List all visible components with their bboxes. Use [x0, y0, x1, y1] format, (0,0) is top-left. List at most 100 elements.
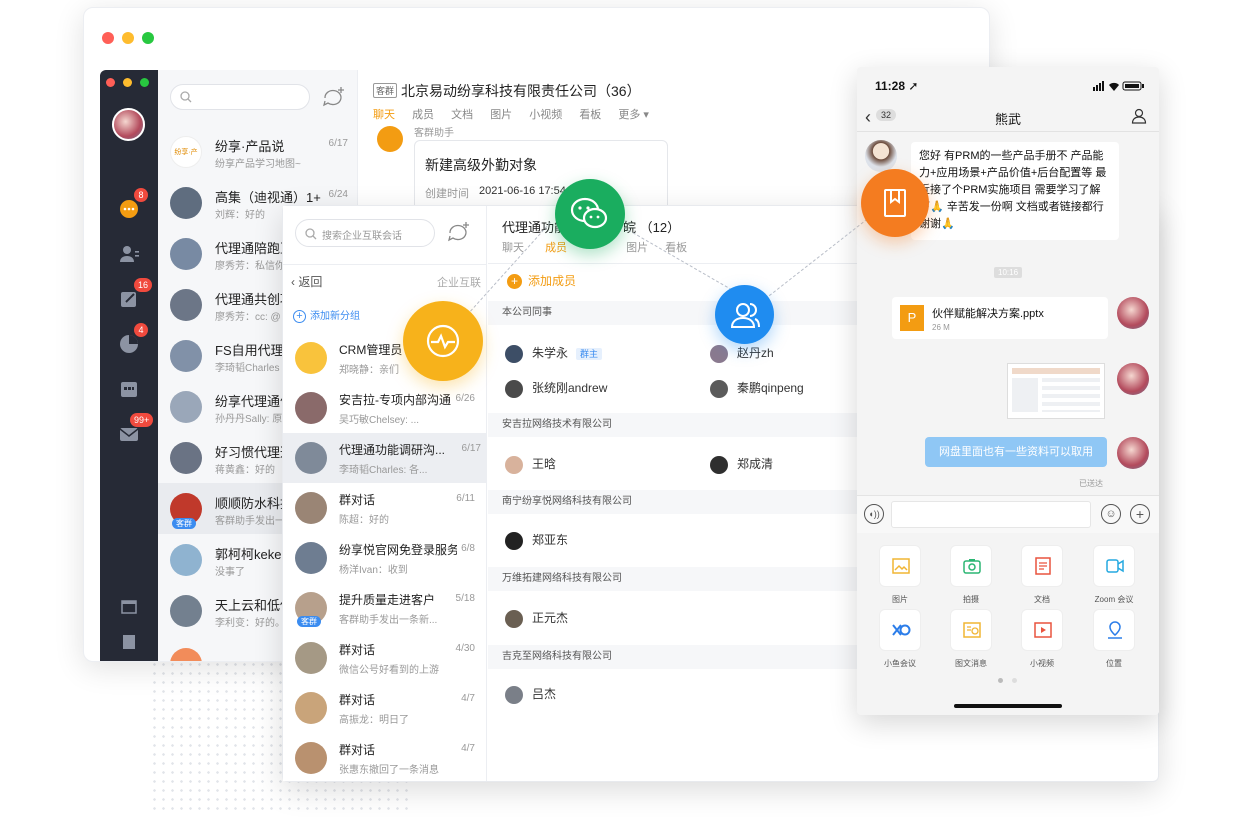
list-item[interactable]: 纷享悦官网免登录服务群 杨洋Ivan：收到 6/8 [283, 533, 481, 583]
member-row[interactable]: 郑成清 [710, 453, 773, 475]
photo-tool-button[interactable] [879, 545, 921, 587]
section-header: 安吉拉网络技术有限公司 [488, 413, 860, 437]
close-traffic-light[interactable] [102, 32, 114, 44]
avatar [295, 692, 327, 724]
tab-board[interactable]: 看板 [579, 109, 601, 121]
window-icon[interactable] [118, 598, 140, 620]
list-item[interactable]: 客群 提升质量走进客户 客群助手发出一条新... 5/18 [283, 583, 481, 633]
tab-chat[interactable]: 聊天 [502, 242, 524, 254]
incoming-message[interactable]: 您好 有PRM的一些产品手册不 产品能力+应用场景+产品价值+后台配置等 最近接… [911, 142, 1119, 240]
owner-tag: 群主 [576, 348, 603, 360]
file-size: 26 M [932, 323, 950, 332]
list-item[interactable]: 群对话 微信公号好看到的上游 4/30 [283, 633, 481, 683]
conversation-name: 群对话 [339, 743, 376, 757]
avatar [505, 379, 523, 398]
calendar-icon[interactable] [118, 378, 140, 400]
drawer-icon[interactable] [118, 632, 140, 654]
camera-icon [963, 559, 981, 574]
emoji-icon[interactable]: ☺ [1101, 504, 1121, 524]
member-row[interactable]: 吕杰 [505, 683, 556, 705]
add-group-button[interactable]: + 添加新分组 [293, 307, 360, 323]
search-input[interactable]: 搜索企业互联会话 [295, 219, 435, 247]
contact-avatar [865, 140, 897, 172]
user-avatar[interactable] [112, 108, 145, 141]
zoom-tool-button[interactable] [1093, 545, 1135, 587]
xiaoyu-meeting-button[interactable] [879, 609, 921, 651]
min-dot[interactable] [123, 78, 132, 87]
avatar [170, 442, 202, 474]
new-chat-icon[interactable] [322, 86, 346, 108]
member-row[interactable]: 朱学永 群主 [505, 342, 603, 364]
report-icon[interactable] [118, 333, 140, 355]
rich-message-button[interactable] [950, 609, 992, 651]
zoom-traffic-light[interactable] [142, 32, 154, 44]
member-name: 郑亚东 [532, 533, 569, 547]
tab-members[interactable]: 成员 [545, 242, 567, 254]
chat-header: 客群 北京易动纷享科技有限责任公司（36） 聊天 成员 文档 图片 小视频 看板… [359, 70, 879, 130]
tab-images[interactable]: 图片 [626, 242, 648, 254]
member-name: 吕杰 [532, 687, 557, 701]
message-input[interactable] [891, 501, 1091, 528]
profile-icon[interactable] [1131, 108, 1147, 124]
member-row[interactable]: 赵丹zh [710, 342, 774, 364]
avatar [505, 685, 523, 704]
minimize-traffic-light[interactable] [122, 32, 134, 44]
member-name: 郑成清 [737, 457, 774, 471]
list-item-selected[interactable]: 代理通功能调研沟... 李琦韬Charles: 各... 6/17 [283, 433, 487, 483]
tab-images[interactable]: 图片 [490, 109, 512, 121]
xiaoyu-icon [892, 624, 911, 636]
mobile-chat-screen: 11:28 ➚ ‹ 32 熊武 您好 有PRM的一些产品手册不 产品能力+应用场… [857, 67, 1159, 715]
avatar [295, 392, 327, 424]
tab-docs[interactable]: 文档 [451, 109, 473, 121]
list-item[interactable]: 群对话 高振龙：明日了 4/7 [283, 683, 481, 733]
conversation-preview: 陈超：好的 [339, 515, 389, 526]
tab-members[interactable]: 成员 [412, 109, 434, 121]
tool-label: 拍摄 [963, 595, 979, 604]
conversation-date: 6/17 [328, 138, 348, 149]
contacts-icon[interactable] [118, 243, 140, 265]
max-dot[interactable] [140, 78, 149, 87]
list-item[interactable]: 群对话 陈超：好的 6/11 [283, 483, 481, 533]
document-tool-button[interactable] [1021, 545, 1063, 587]
tab-chat[interactable]: 聊天 [373, 109, 395, 121]
close-dot[interactable] [106, 78, 115, 87]
search-input[interactable] [170, 84, 310, 110]
add-member-button[interactable]: + 添加成员 [507, 272, 576, 289]
list-item[interactable]: 纷享·产品说 纷享·产品说 纷享产品学习地图~ 6/17 [158, 126, 358, 177]
outgoing-text: 网盘里面也有一些资料可以取用 [939, 446, 1093, 458]
image-message[interactable] [1007, 363, 1105, 419]
short-video-button[interactable] [1021, 609, 1063, 651]
self-avatar [1117, 437, 1149, 469]
member-name: 赵丹zh [737, 346, 774, 360]
camera-tool-button[interactable] [950, 545, 992, 587]
page-dot [1012, 678, 1017, 683]
member-name: 朱学永 [532, 346, 569, 360]
location-button[interactable] [1093, 609, 1135, 651]
member-row[interactable]: 王晗 [505, 453, 556, 475]
file-message[interactable]: P 伙伴赋能解决方案.pptx 26 M [892, 297, 1108, 339]
member-row[interactable]: 郑亚东 [505, 529, 568, 551]
tab-videos[interactable]: 小视频 [529, 109, 562, 121]
input-bar: ◖)) ☺ + [857, 495, 1159, 533]
member-row[interactable]: 张统刚andrew [505, 377, 607, 399]
tab-more[interactable]: 更多 ▾ [618, 109, 649, 121]
header-right-label: 企业互联 [437, 277, 481, 289]
voice-icon[interactable]: ◖)) [864, 504, 884, 524]
member-row[interactable]: 正元杰 [505, 607, 568, 629]
chat-icon[interactable] [118, 198, 140, 220]
rich-message-icon [963, 622, 981, 638]
edit-badge: 16 [134, 278, 153, 292]
list-item[interactable]: 群对话 张惠东撤回了一条消息 4/7 [283, 733, 481, 783]
back-button[interactable]: ‹ 返回 [291, 273, 322, 290]
outgoing-message[interactable]: 网盘里面也有一些资料可以取用 [925, 437, 1107, 467]
chat-tabs: 聊天 成员 文档 图片 小视频 看板 更多 ▾ [373, 106, 649, 122]
bot-avatar [377, 126, 403, 152]
conversation-preview: 吴巧敏Chelsey: ... [339, 415, 420, 426]
image-icon [892, 558, 910, 574]
member-row[interactable]: 秦鹏qinpeng [710, 377, 804, 399]
list-item[interactable]: 安吉拉-专项内部沟通 吴巧敏Chelsey: ... 6/26 [283, 383, 481, 433]
edit-icon[interactable] [118, 288, 140, 310]
new-chat-icon[interactable] [447, 221, 471, 243]
plus-icon[interactable]: + [1130, 504, 1150, 524]
document-icon [1035, 557, 1051, 575]
